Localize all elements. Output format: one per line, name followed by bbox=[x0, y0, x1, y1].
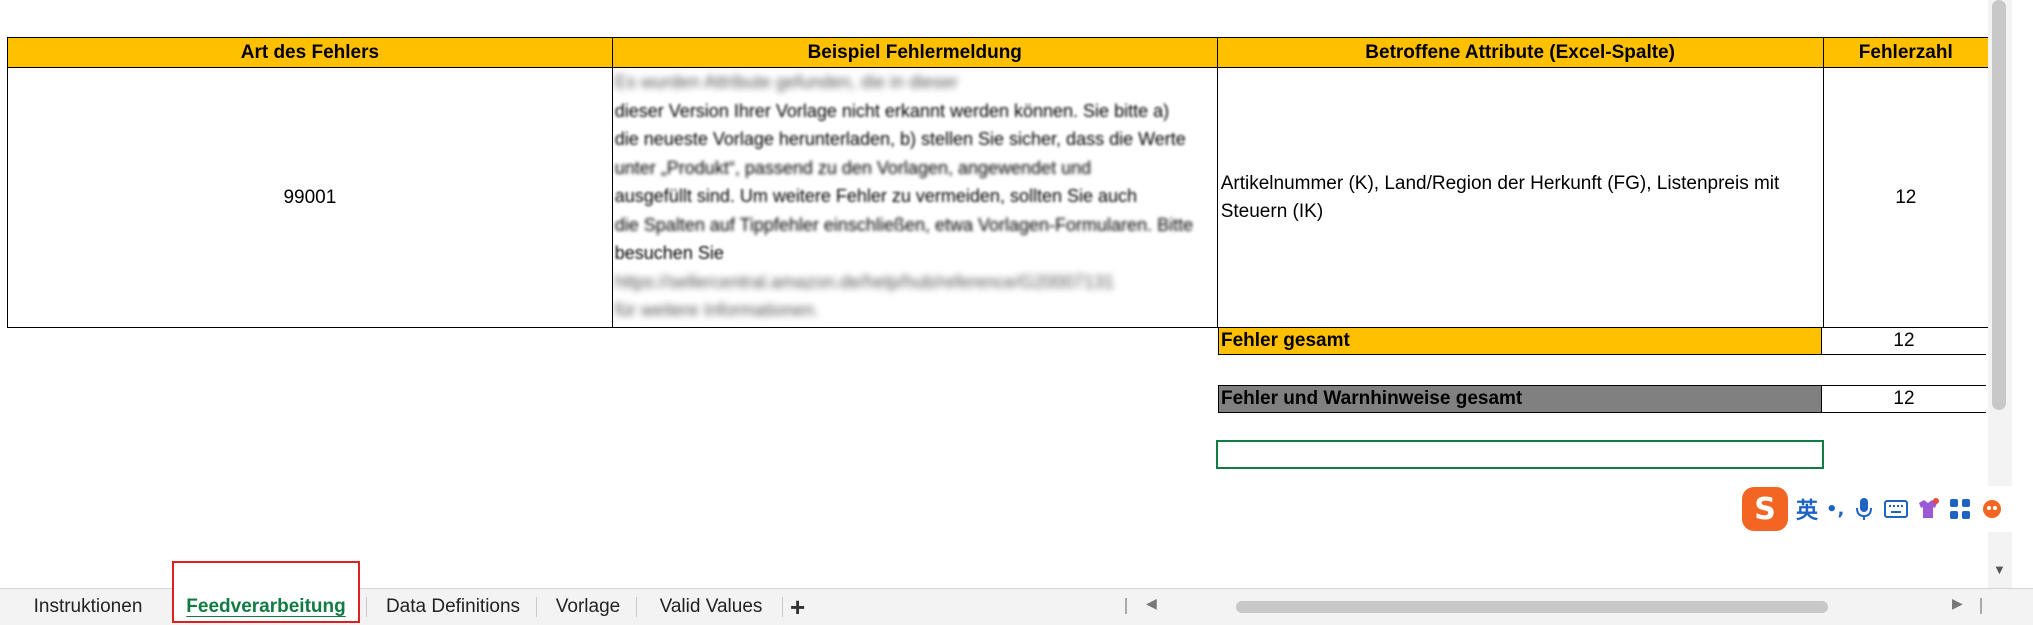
spreadsheet-grid[interactable]: Art des Fehlers Beispiel Fehlermeldung B… bbox=[0, 0, 1988, 588]
tab-separator bbox=[636, 597, 637, 617]
tab-separator bbox=[366, 597, 367, 617]
skin-shirt-icon[interactable] bbox=[1916, 497, 1940, 521]
message-line: besuchen Sie bbox=[614, 243, 724, 263]
error-table: Art des Fehlers Beispiel Fehlermeldung B… bbox=[7, 37, 1988, 328]
cell-message[interactable]: Es wurden Attribute gefunden, die in die… bbox=[611, 67, 1218, 328]
all-total-label[interactable]: Fehler und Warnhinweise gesamt bbox=[1218, 385, 1822, 413]
message-line: Es wurden Attribute gefunden, die in die… bbox=[614, 72, 958, 92]
cell-art[interactable]: 99001 bbox=[7, 67, 613, 328]
message-line: für weitere Informationen. bbox=[614, 300, 819, 320]
scroll-left-arrow-icon[interactable]: ◀ bbox=[1146, 595, 1157, 612]
add-sheet-icon[interactable]: + bbox=[790, 592, 805, 623]
sogou-logo-icon[interactable]: S bbox=[1742, 487, 1788, 531]
ime-language-mode[interactable]: 英 bbox=[1796, 493, 1818, 525]
message-line: die neueste Vorlage herunterladen, b) st… bbox=[614, 129, 1186, 149]
header-message[interactable]: Beispiel Fehlermeldung bbox=[611, 37, 1218, 68]
tab-separator bbox=[782, 597, 783, 617]
cell-count[interactable]: 12 bbox=[1822, 67, 1988, 328]
ime-punctuation-mode[interactable]: •, bbox=[1826, 499, 1844, 520]
tab-separator bbox=[536, 597, 537, 617]
table-row: 99001 Es wurden Attribute gefunden, die … bbox=[7, 67, 1988, 328]
errors-total-value[interactable]: 12 bbox=[1822, 327, 1986, 355]
message-line: https://sellercentral.amazon.de/help/hub… bbox=[614, 271, 1115, 292]
mascot-icon[interactable] bbox=[1980, 497, 2004, 521]
scroll-right-arrow-icon[interactable]: ▶ bbox=[1952, 595, 1963, 612]
ime-toolbar: S 英 •, bbox=[1742, 486, 2033, 532]
all-total-row: Fehler und Warnhinweise gesamt 12 bbox=[1218, 385, 1986, 413]
horizontal-scroll-thumb[interactable] bbox=[1236, 601, 1828, 613]
cell-attributes[interactable]: Artikelnummer (K), Land/Region der Herku… bbox=[1216, 67, 1824, 328]
scroll-divider bbox=[1980, 598, 1982, 614]
sheet-tab-bar: Instruktionen Feedverarbeitung Data Defi… bbox=[0, 561, 2033, 625]
tab-valid-values[interactable]: Valid Values bbox=[640, 589, 782, 625]
errors-total-row: Fehler gesamt 12 bbox=[1218, 327, 1986, 355]
table-header-row: Art des Fehlers Beispiel Fehlermeldung B… bbox=[7, 37, 1988, 68]
all-total-value[interactable]: 12 bbox=[1822, 385, 1986, 413]
header-count[interactable]: Fehlerzahl bbox=[1822, 37, 1988, 68]
tab-instruktionen[interactable]: Instruktionen bbox=[18, 589, 158, 625]
tab-data-definitions[interactable]: Data Definitions bbox=[370, 589, 536, 625]
scroll-down-arrow-icon[interactable]: ▼ bbox=[1993, 562, 2006, 577]
apps-grid-icon[interactable] bbox=[1948, 497, 1972, 521]
vertical-scroll-thumb[interactable] bbox=[1992, 0, 2006, 410]
message-line: dieser Version Ihrer Vorlage nicht erkan… bbox=[614, 100, 1170, 121]
message-line: ausgefüllt sind. Um weitere Fehler zu ve… bbox=[614, 186, 1138, 206]
errors-total-label[interactable]: Fehler gesamt bbox=[1218, 327, 1822, 355]
header-art[interactable]: Art des Fehlers bbox=[7, 37, 613, 68]
microphone-icon[interactable] bbox=[1852, 497, 1876, 521]
selected-cell[interactable] bbox=[1216, 440, 1824, 469]
tab-feedverarbeitung[interactable]: Feedverarbeitung bbox=[172, 561, 360, 623]
keyboard-icon[interactable] bbox=[1884, 497, 1909, 521]
message-line: unter „Produkt“, passend zu den Vorlagen… bbox=[614, 157, 1092, 178]
header-attributes[interactable]: Betroffene Attribute (Excel-Spalte) bbox=[1216, 37, 1824, 68]
tab-vorlage[interactable]: Vorlage bbox=[540, 589, 636, 625]
message-line: die Spalten auf Tippfehler einschließen,… bbox=[614, 214, 1194, 235]
scroll-divider bbox=[1125, 598, 1127, 614]
